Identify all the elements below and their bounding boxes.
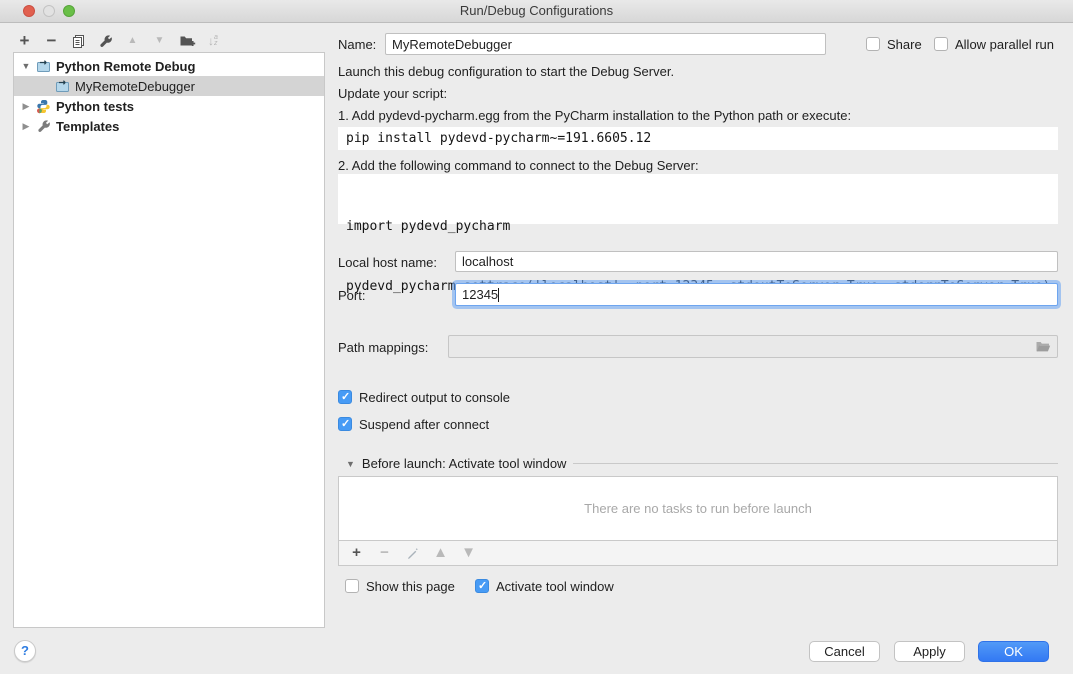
name-input[interactable] xyxy=(385,33,826,55)
chevron-right-icon[interactable]: ▶ xyxy=(21,121,31,132)
instructions-step1: 1. Add pydevd-pycharm.egg from the PyCha… xyxy=(338,108,851,123)
suspend-after-connect-checkbox-row[interactable]: Suspend after connect xyxy=(338,416,489,432)
pip-install-code-block: pip install pydevd-pycharm~=191.6605.12 xyxy=(338,127,1058,150)
zoom-window-button[interactable] xyxy=(63,5,75,17)
close-window-button[interactable] xyxy=(23,5,35,17)
python-tests-icon xyxy=(36,99,51,114)
allow-parallel-run-checkbox-row[interactable]: Allow parallel run xyxy=(934,36,1054,52)
add-configuration-icon[interactable]: + xyxy=(17,33,32,49)
move-task-up-icon: ▲ xyxy=(433,545,448,561)
move-down-icon: ▼ xyxy=(152,33,167,49)
suspend-after-connect-label: Suspend after connect xyxy=(359,417,489,432)
tree-item-python-tests[interactable]: ▶ Python tests xyxy=(14,96,324,116)
show-this-page-checkbox[interactable] xyxy=(345,579,359,593)
run-config-icon xyxy=(36,59,51,73)
copy-configuration-icon[interactable] xyxy=(71,33,86,49)
tree-item-label: MyRemoteDebugger xyxy=(75,79,195,94)
settrace-code-block: import pydevd_pycharm pydevd_pycharm.set… xyxy=(338,174,1058,224)
before-launch-toolbar: + − ▲ ▼ xyxy=(338,541,1058,566)
ok-button[interactable]: OK xyxy=(978,641,1049,662)
local-host-name-label: Local host name: xyxy=(338,255,437,270)
name-label: Name: xyxy=(338,37,376,52)
run-config-icon xyxy=(55,79,70,93)
path-mappings-field[interactable] xyxy=(448,335,1058,358)
empty-task-list-message: There are no tasks to run before launch xyxy=(584,501,812,516)
tree-item-label: Python tests xyxy=(56,99,134,114)
configurations-toolbar: + − ▲ ▼ ↓ a z xyxy=(17,31,218,51)
path-mappings-label: Path mappings: xyxy=(338,340,428,355)
chevron-down-icon[interactable]: ▼ xyxy=(21,61,31,71)
new-folder-icon[interactable] xyxy=(179,33,196,49)
sort-configurations-icon: ↓ a z xyxy=(208,34,218,48)
edit-task-pencil-icon xyxy=(405,545,420,561)
tree-item-label: Templates xyxy=(56,119,119,134)
settrace-code-line1: import pydevd_pycharm xyxy=(346,217,1058,237)
share-checkbox[interactable] xyxy=(866,37,880,51)
chevron-right-icon[interactable]: ▶ xyxy=(21,101,31,112)
share-checkbox-row[interactable]: Share xyxy=(866,36,922,52)
configurations-tree: ▼ Python Remote Debug MyRemoteDebugger ▶… xyxy=(13,52,325,628)
redirect-output-checkbox-row[interactable]: Redirect output to console xyxy=(338,389,510,405)
traffic-lights xyxy=(23,5,75,17)
move-task-down-icon: ▼ xyxy=(461,545,476,561)
remove-task-icon: − xyxy=(377,545,392,561)
show-this-page-label: Show this page xyxy=(366,579,455,594)
instructions-intro: Launch this debug configuration to start… xyxy=(338,64,674,79)
edit-defaults-wrench-icon[interactable] xyxy=(98,33,113,49)
redirect-output-label: Redirect output to console xyxy=(359,390,510,405)
show-this-page-checkbox-row[interactable]: Show this page xyxy=(345,578,455,594)
text-caret xyxy=(498,288,499,302)
apply-button[interactable]: Apply xyxy=(894,641,965,662)
share-label: Share xyxy=(887,37,922,52)
before-launch-task-list[interactable]: There are no tasks to run before launch xyxy=(338,476,1058,541)
before-launch-section-header[interactable]: ▼ Before launch: Activate tool window xyxy=(338,456,1058,471)
minimize-window-button xyxy=(43,5,55,17)
before-launch-title: Before launch: Activate tool window xyxy=(362,456,567,471)
browse-folder-icon[interactable] xyxy=(1035,340,1051,353)
move-up-icon: ▲ xyxy=(125,33,140,49)
run-debug-configurations-dialog: Run/Debug Configurations + − ▲ ▼ xyxy=(0,0,1073,674)
allow-parallel-run-label: Allow parallel run xyxy=(955,37,1054,52)
help-button[interactable]: ? xyxy=(14,640,36,662)
instructions-step2: 2. Add the following command to connect … xyxy=(338,158,699,173)
port-label: Port: xyxy=(338,288,365,303)
remove-configuration-icon[interactable]: − xyxy=(44,33,59,49)
templates-wrench-icon xyxy=(36,119,51,134)
configuration-editor-panel: Name: Share Allow parallel run Launch th… xyxy=(338,0,1058,674)
allow-parallel-run-checkbox[interactable] xyxy=(934,37,948,51)
chevron-down-icon[interactable]: ▼ xyxy=(338,459,355,469)
activate-tool-window-label: Activate tool window xyxy=(496,579,614,594)
redirect-output-checkbox[interactable] xyxy=(338,390,352,404)
add-task-icon[interactable]: + xyxy=(349,545,364,561)
suspend-after-connect-checkbox[interactable] xyxy=(338,417,352,431)
tree-item-python-remote-debug[interactable]: ▼ Python Remote Debug xyxy=(14,56,324,76)
tree-item-myremotedebugger[interactable]: MyRemoteDebugger xyxy=(14,76,324,96)
section-divider xyxy=(573,463,1058,464)
cancel-button[interactable]: Cancel xyxy=(809,641,880,662)
activate-tool-window-checkbox-row[interactable]: Activate tool window xyxy=(475,578,614,594)
activate-tool-window-checkbox[interactable] xyxy=(475,579,489,593)
local-host-name-input[interactable] xyxy=(455,251,1058,272)
port-input[interactable] xyxy=(455,283,1058,306)
tree-item-templates[interactable]: ▶ Templates xyxy=(14,116,324,136)
tree-item-label: Python Remote Debug xyxy=(56,59,195,74)
instructions-update: Update your script: xyxy=(338,86,447,101)
